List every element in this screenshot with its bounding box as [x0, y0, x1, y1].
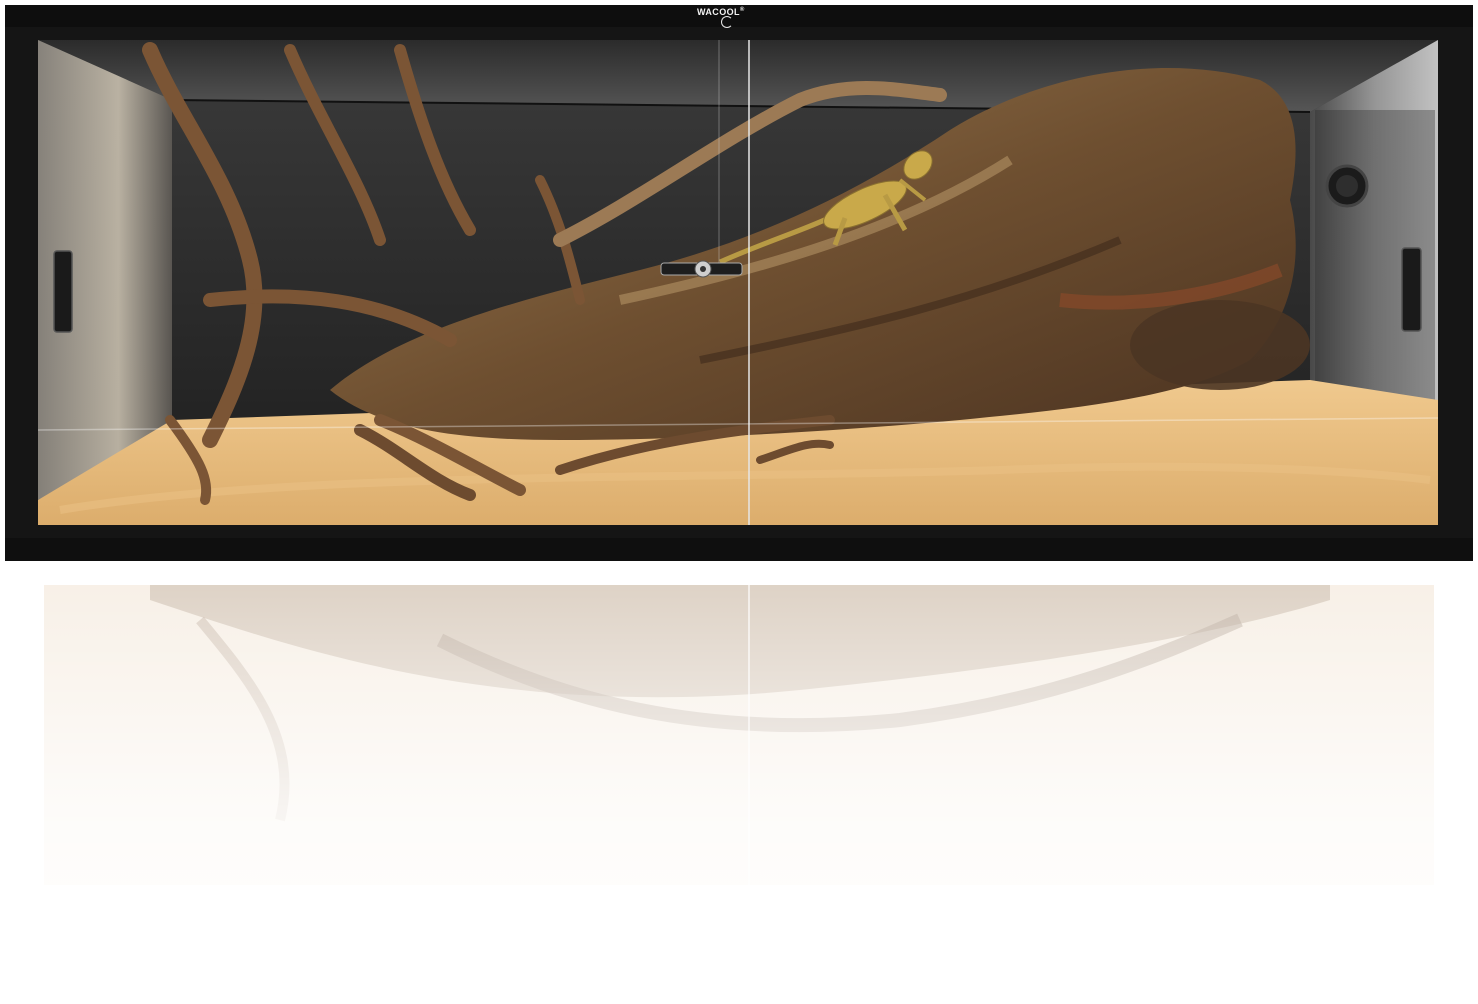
brand-logo: WACOOL® — [697, 7, 757, 29]
brand-swirl-icon — [721, 16, 733, 28]
right-handle — [1401, 247, 1422, 332]
brand-text: WACOOL — [697, 7, 740, 17]
terrarium-scene — [0, 5, 1478, 1004]
left-handle — [53, 250, 73, 333]
door-lock-icon — [660, 260, 743, 278]
registered-mark: ® — [739, 7, 745, 13]
